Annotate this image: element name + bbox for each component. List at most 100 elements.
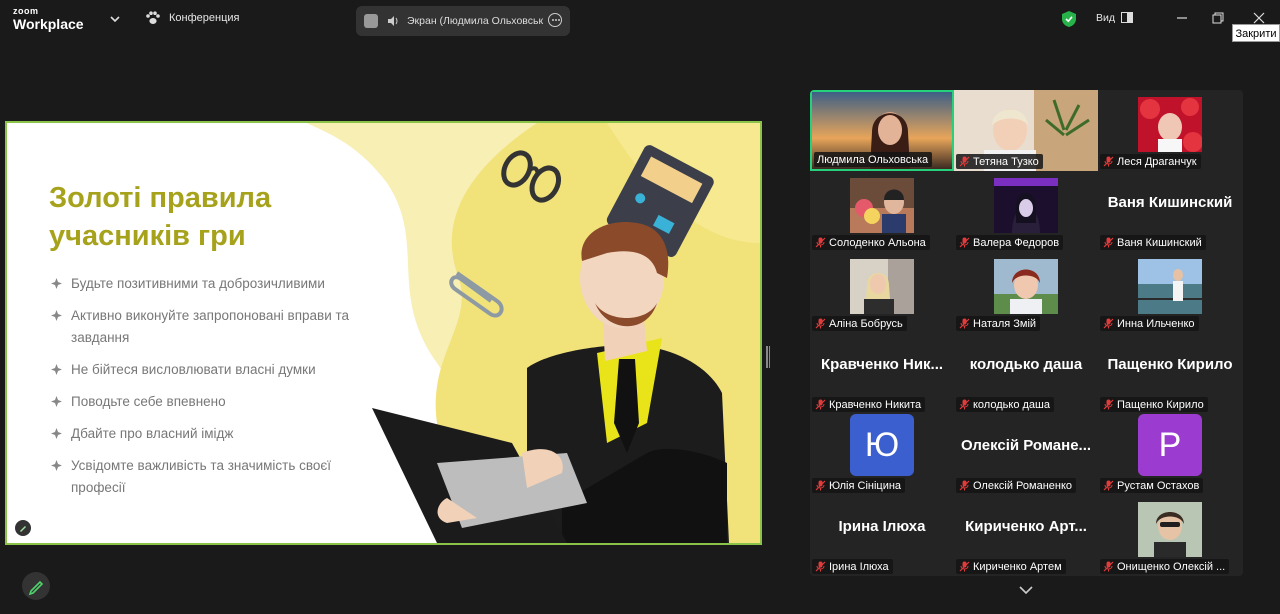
annotate-icon[interactable] <box>15 520 31 536</box>
participant-name-label: Тетяна Тузко <box>956 154 1043 169</box>
participant-name: Кравченко Никита <box>829 398 922 411</box>
participant-tile[interactable]: P Рустам Остахов <box>1098 414 1242 495</box>
split-drag-handle[interactable] <box>766 346 770 368</box>
participant-tile[interactable]: Леся Драганчук <box>1098 90 1242 171</box>
paw-icon <box>146 11 160 24</box>
participant-name: Ірина Ілюха <box>829 560 889 573</box>
restore-icon[interactable] <box>1210 10 1226 26</box>
participant-tile[interactable]: Солоденко Альона <box>810 171 954 252</box>
bullet-text: Активно виконуйте запропоновані вправи т… <box>71 308 350 345</box>
diamond-bullet-icon <box>51 364 62 375</box>
participant-tile[interactable]: Кравченко Ник... Кравченко Никита <box>810 333 954 414</box>
participant-display-name: Кравченко Ник... <box>820 355 944 373</box>
participant-name: Олексій Романенко <box>973 479 1073 492</box>
participant-name-label: Инна Ильченко <box>1100 316 1199 331</box>
participant-name: Юлія Сініцина <box>829 479 902 492</box>
logo-bottom: Workplace <box>13 16 84 32</box>
rules-list: Будьте позитивними та доброзичливими Акт… <box>49 273 379 509</box>
list-item: Активно виконуйте запропоновані вправи т… <box>49 305 379 349</box>
participant-tile[interactable]: Онищенко Олексій ... <box>1098 495 1242 576</box>
diamond-bullet-icon <box>51 460 62 471</box>
muted-mic-icon <box>1103 480 1114 491</box>
diamond-bullet-icon <box>51 310 62 321</box>
participant-name-label: Юлія Сініцина <box>812 478 906 493</box>
muted-mic-icon <box>1103 156 1114 167</box>
participant-tile[interactable]: колодько даша колодько даша <box>954 333 1098 414</box>
diamond-bullet-icon <box>51 396 62 407</box>
muted-mic-icon <box>959 156 970 167</box>
meeting-info-button[interactable]: Конференция <box>145 11 239 25</box>
participant-display-name: Кириченко Арт... <box>965 517 1087 535</box>
participant-tile[interactable]: Валера Федоров <box>954 171 1098 252</box>
participant-tile[interactable]: Ю Юлія Сініцина <box>810 414 954 495</box>
list-item: Поводьте себе впевнено <box>49 391 379 413</box>
title-bar: zoom Workplace Конференция Экран (Людмил… <box>0 0 1280 40</box>
participant-avatar <box>994 178 1058 233</box>
participant-name: Рустам Остахов <box>1117 479 1200 492</box>
participant-tile[interactable]: Ірина Ілюха Ірина Ілюха <box>810 495 954 576</box>
chevron-down-icon[interactable] <box>108 12 122 26</box>
presenter-avatar <box>364 14 378 28</box>
bullet-text: Не бійтеся висловлювати власні думки <box>71 362 316 377</box>
minimize-icon[interactable] <box>1174 10 1190 26</box>
muted-mic-icon <box>815 237 826 248</box>
participant-tile[interactable]: Людмила Ольховська <box>810 90 954 171</box>
muted-mic-icon <box>815 399 826 410</box>
muted-mic-icon <box>1103 237 1114 248</box>
muted-mic-icon <box>1103 561 1114 572</box>
shield-check-icon[interactable] <box>1061 10 1077 28</box>
participant-tile[interactable]: Инна Ильченко <box>1098 252 1242 333</box>
participant-name: Леся Драганчук <box>1117 155 1197 168</box>
participant-tile[interactable]: Олексій Романе... Олексій Романенко <box>954 414 1098 495</box>
participant-name-label: Солоденко Альона <box>812 235 930 250</box>
participant-name-label: Кириченко Артем <box>956 559 1066 574</box>
participant-initial-avatar: Ю <box>850 414 914 476</box>
bullet-text: Поводьте себе впевнено <box>71 394 226 409</box>
meeting-label: Конференция <box>169 12 240 24</box>
muted-mic-icon <box>959 399 970 410</box>
screen-share-indicator[interactable]: Экран (Людмила Ольховська) <box>356 6 570 36</box>
grid-view-icon[interactable] <box>1121 12 1133 23</box>
pencil-icon <box>28 580 44 596</box>
participant-display-name: Ірина Ілюха <box>838 517 926 535</box>
participant-display-name: колодько даша <box>969 355 1083 373</box>
view-label[interactable]: Вид <box>1096 12 1115 24</box>
logo-top: zoom <box>13 6 39 16</box>
participant-tile[interactable]: Пащенко Кирило Пащенко Кирило <box>1098 333 1242 414</box>
participant-tile[interactable]: Ваня Кишинский Ваня Кишинский <box>1098 171 1242 252</box>
participant-name-label: Валера Федоров <box>956 235 1064 250</box>
slide-title: Золоті правила учасників гри <box>49 182 272 252</box>
muted-mic-icon <box>959 561 970 572</box>
list-item: Будьте позитивними та доброзичливими <box>49 273 379 295</box>
participant-name-label: Пащенко Кирило <box>1100 397 1208 412</box>
muted-mic-icon <box>1103 399 1114 410</box>
chevron-down-icon[interactable] <box>1018 584 1034 596</box>
participant-name: Солоденко Альона <box>829 236 926 249</box>
muted-mic-icon <box>959 237 970 248</box>
participant-tile[interactable]: Наталя Змій <box>954 252 1098 333</box>
participant-tile[interactable]: Аліна Бобрусь <box>810 252 954 333</box>
participant-name-label: Кравченко Никита <box>812 397 926 412</box>
participant-display-name: Олексій Романе... <box>960 436 1092 454</box>
participant-tile[interactable]: Кириченко Арт... Кириченко Артем <box>954 495 1098 576</box>
participant-avatar <box>1138 502 1202 557</box>
share-label: Экран (Людмила Ольховська) <box>407 15 543 27</box>
more-options-icon[interactable] <box>548 13 562 27</box>
list-item: Дбайте про власний імідж <box>49 423 379 445</box>
participant-name-label: колодько даша <box>956 397 1054 412</box>
participant-avatar <box>994 259 1058 314</box>
participant-name: Онищенко Олексій ... <box>1117 560 1226 573</box>
participant-name: Пащенко Кирило <box>1117 398 1204 411</box>
participant-name-label: Ваня Кишинский <box>1100 235 1206 250</box>
bullet-text: Усвідомте важливість та значимість своєї… <box>71 458 332 495</box>
annotate-button[interactable] <box>22 572 50 600</box>
participant-avatar <box>850 178 914 233</box>
participant-tile[interactable]: Тетяна Тузко <box>954 90 1098 171</box>
participant-name-label: Олексій Романенко <box>956 478 1077 493</box>
participant-name-label: Наталя Змій <box>956 316 1041 331</box>
participant-name: Кириченко Артем <box>973 560 1062 573</box>
zoom-logo: zoom Workplace <box>13 6 84 32</box>
diamond-bullet-icon <box>51 428 62 439</box>
participant-name: Ваня Кишинский <box>1117 236 1202 249</box>
participant-avatar <box>850 259 914 314</box>
